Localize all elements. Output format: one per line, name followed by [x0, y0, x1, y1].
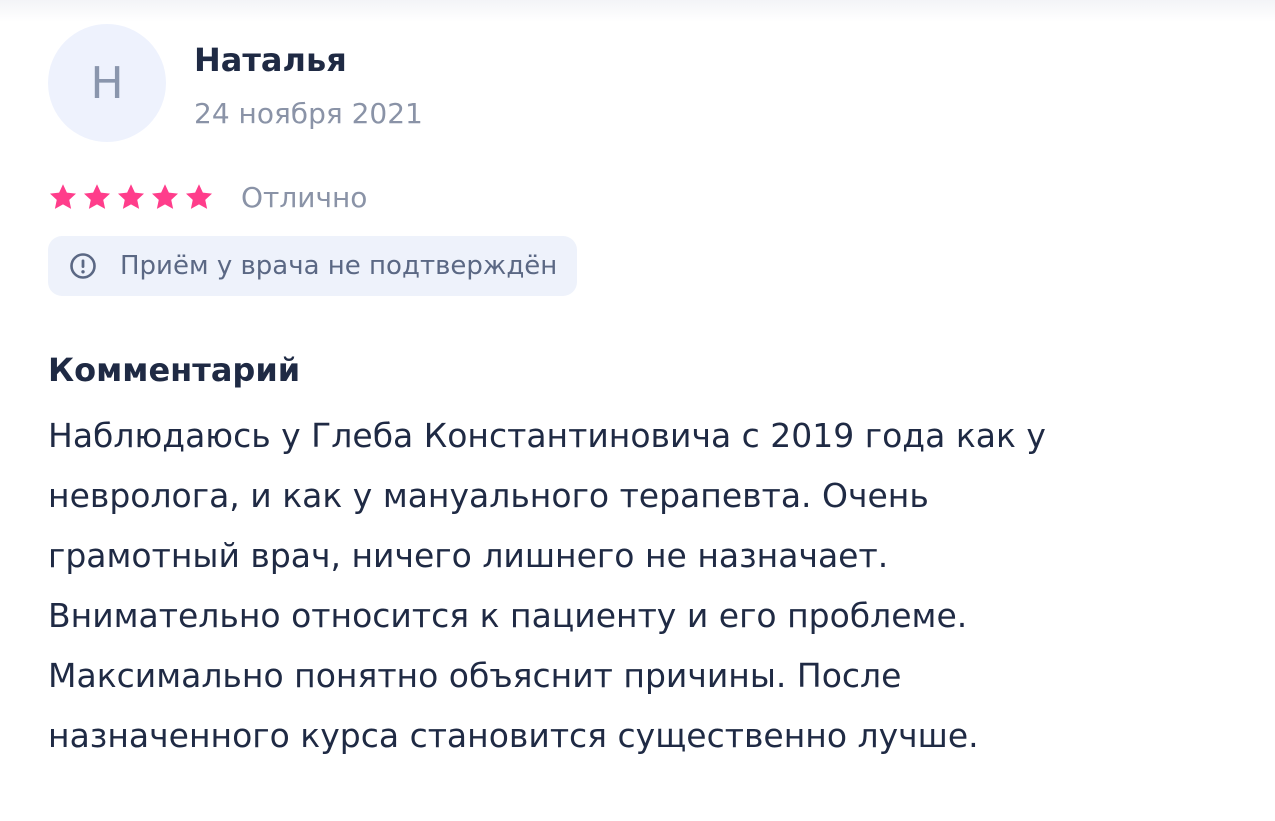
star-icon [82, 182, 112, 212]
review-card: Н Наталья 24 ноября 2021 Отлично Приём у… [48, 24, 1238, 766]
star-icon [150, 182, 180, 212]
star-icon [48, 182, 78, 212]
verification-badge: Приём у врача не подтверждён [48, 236, 578, 296]
review-header: Н Наталья 24 ноября 2021 [48, 24, 1238, 142]
author-block: Наталья 24 ноября 2021 [194, 38, 423, 132]
rating-label: Отлично [241, 180, 368, 214]
star-icon [184, 182, 214, 212]
rating-stars [48, 182, 214, 212]
exclamation-circle-icon [68, 251, 98, 281]
comment-title: Комментарий [48, 351, 301, 389]
review-date: 24 ноября 2021 [194, 97, 423, 130]
avatar-initial: Н [90, 57, 124, 109]
comment-text: Наблюдаюсь у Глеба Константиновича с 201… [48, 416, 1046, 755]
top-shadow [0, 0, 1275, 22]
verification-badge-text: Приём у врача не подтверждён [120, 251, 558, 281]
rating-row: Отлично [48, 178, 1238, 216]
author-name: Наталья [194, 41, 347, 79]
avatar: Н [48, 24, 166, 142]
star-icon [116, 182, 146, 212]
